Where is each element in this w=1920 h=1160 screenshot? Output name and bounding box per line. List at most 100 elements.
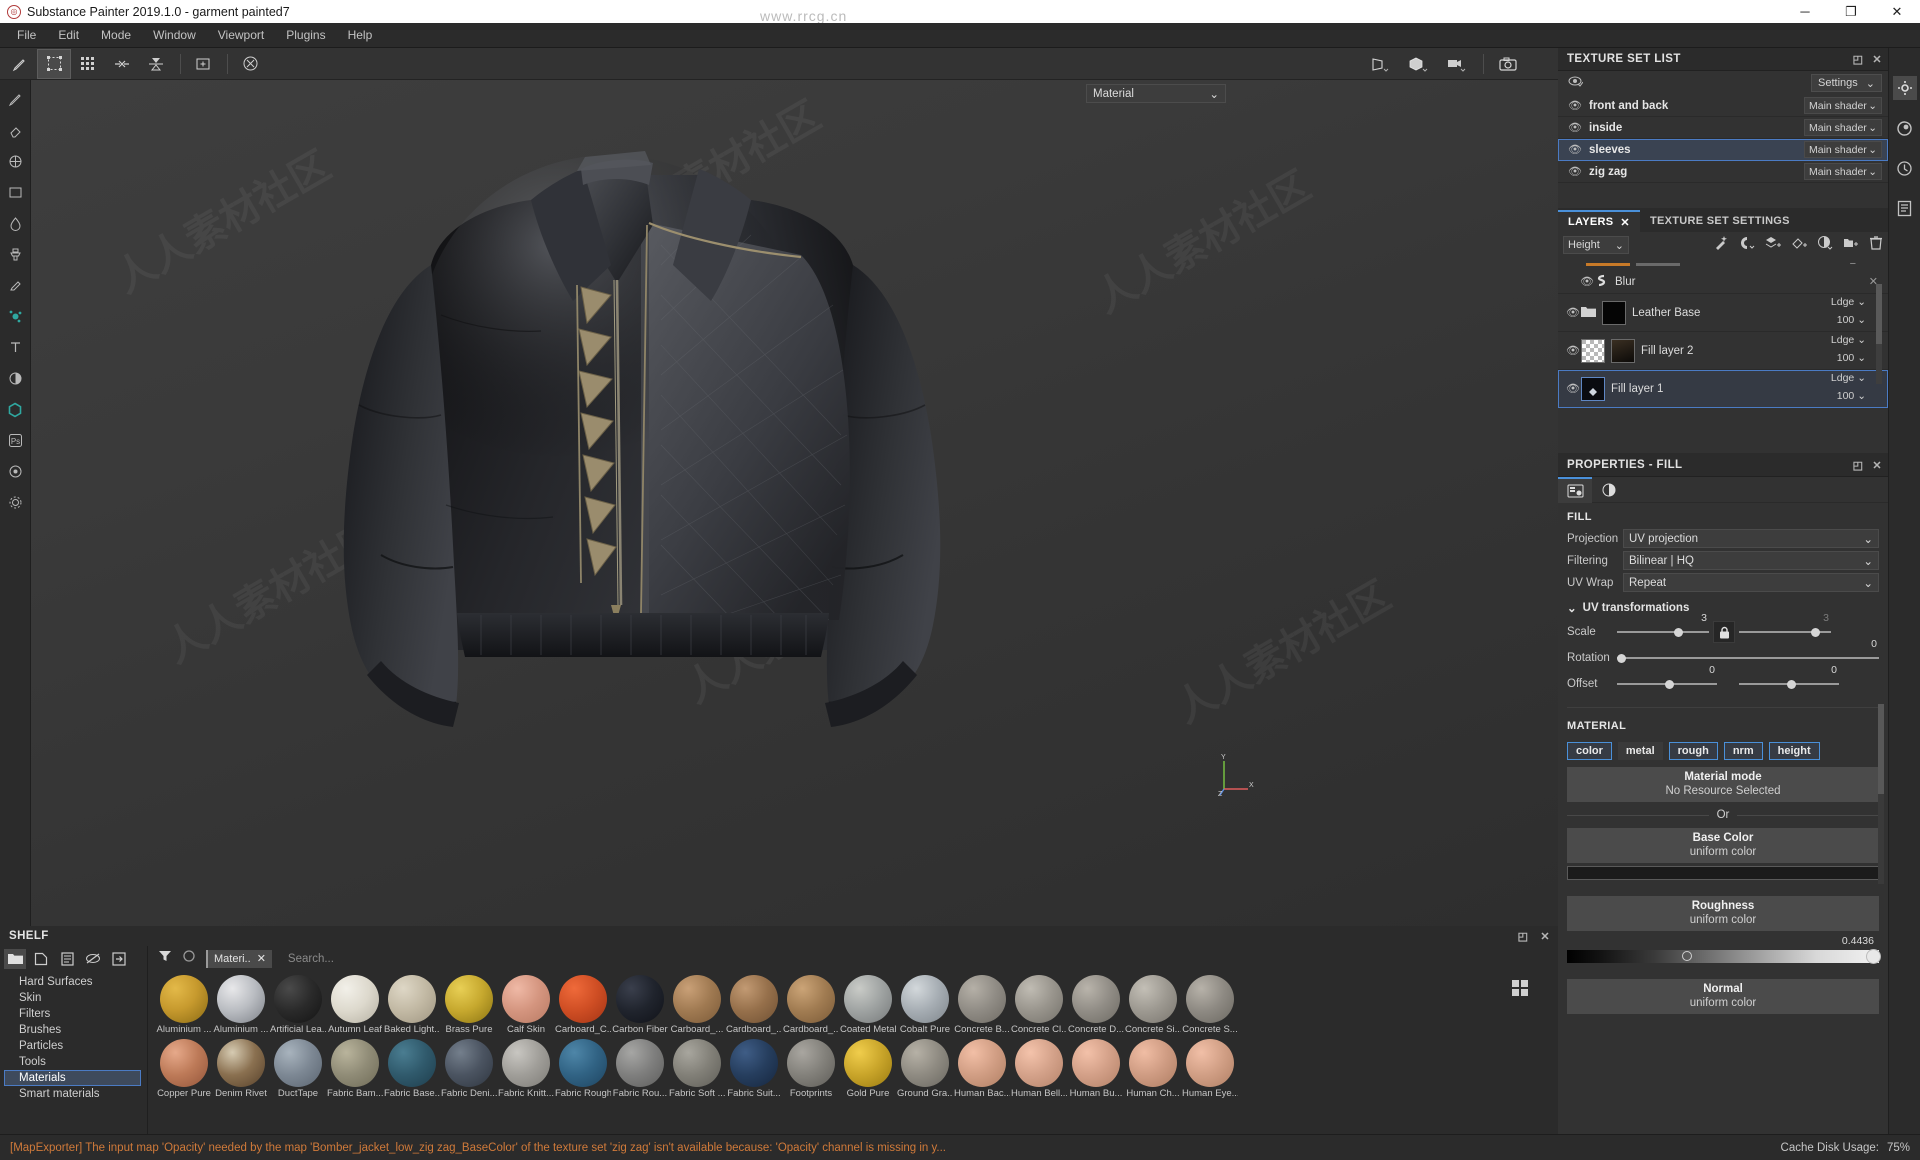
- delete-layer-icon[interactable]: [1869, 235, 1883, 256]
- viewport-material-combo[interactable]: Material ⌄: [1086, 84, 1226, 103]
- shader-combo[interactable]: Main shader ⌄: [1804, 141, 1882, 158]
- shelf-item[interactable]: Coated Metal: [840, 971, 896, 1035]
- reset-view-button[interactable]: [234, 50, 266, 78]
- shelf-item[interactable]: Denim Rivet: [213, 1035, 269, 1099]
- shelf-item[interactable]: Carboard_C...: [555, 971, 611, 1035]
- shelf-import-icon[interactable]: [108, 949, 130, 969]
- add-mask-icon[interactable]: [1739, 235, 1755, 256]
- shader-combo[interactable]: Main shader ⌄: [1804, 119, 1882, 136]
- texture-set-list-icon[interactable]: [1892, 76, 1917, 100]
- texture-set-row-sleeves[interactable]: 👁 sleeves Main shader ⌄: [1558, 139, 1888, 161]
- shelf-item[interactable]: Concrete S...: [1182, 971, 1238, 1035]
- settings-gear-icon[interactable]: [3, 490, 28, 515]
- blend-mode[interactable]: Ldge: [1831, 334, 1854, 346]
- menu-mode[interactable]: Mode: [90, 23, 142, 48]
- visibility-all-icon[interactable]: [1568, 74, 1584, 92]
- shelf-item[interactable]: Fabric Knitt...: [498, 1035, 554, 1099]
- maximize-button[interactable]: ❐: [1828, 0, 1874, 23]
- shelf-item[interactable]: Fabric Bam...: [327, 1035, 383, 1099]
- shelf-item[interactable]: DuctTape: [270, 1035, 326, 1099]
- add-smart-mask-icon[interactable]: [1817, 235, 1833, 256]
- shelf-item[interactable]: Copper Pure: [156, 1035, 212, 1099]
- close-icon[interactable]: ✕: [1620, 216, 1630, 229]
- base-color-dropzone[interactable]: Base Color uniform color: [1567, 828, 1879, 863]
- channel-chip-color[interactable]: color: [1567, 742, 1612, 760]
- scale-lock-icon[interactable]: [1713, 621, 1735, 643]
- shader-combo[interactable]: Main shader ⌄: [1804, 163, 1882, 180]
- offset-u-slider[interactable]: 0: [1617, 664, 1717, 692]
- shelf-item[interactable]: Fabric Deni...: [441, 1035, 497, 1099]
- shelf-item[interactable]: Cardboard_...: [783, 971, 839, 1035]
- shelf-item[interactable]: Concrete D...: [1068, 971, 1124, 1035]
- eye-icon[interactable]: 👁: [1568, 143, 1584, 156]
- shelf-item[interactable]: Footprints: [783, 1035, 839, 1099]
- layer-opacity[interactable]: 100: [1837, 314, 1855, 326]
- projection-combo[interactable]: UV projection ⌄: [1623, 529, 1879, 548]
- shelf-item[interactable]: Aluminium ...: [156, 971, 212, 1035]
- undock-icon[interactable]: ◰: [1518, 930, 1529, 943]
- menu-window[interactable]: Window: [142, 23, 207, 48]
- menu-viewport[interactable]: Viewport: [207, 23, 275, 48]
- shelf-item[interactable]: Baked Light...: [384, 971, 440, 1035]
- undock-icon[interactable]: ◰: [1853, 459, 1864, 472]
- tab-layers[interactable]: LAYERS ✕: [1558, 210, 1640, 232]
- shelf-view-toggle-icon[interactable]: [1512, 980, 1528, 996]
- properties-scrollbar[interactable]: [1878, 704, 1884, 884]
- shelf-item[interactable]: Concrete Cl...: [1011, 971, 1067, 1035]
- shelf-item[interactable]: Fabric Suit...: [726, 1035, 782, 1099]
- offset-v-slider[interactable]: 0: [1739, 664, 1839, 692]
- close-icon[interactable]: ✕: [1872, 53, 1882, 66]
- hexagon-tool-icon[interactable]: [3, 397, 28, 422]
- clone-stamp-icon[interactable]: [3, 242, 28, 267]
- tab-texture-set-settings[interactable]: TEXTURE SET SETTINGS: [1640, 210, 1800, 232]
- shelf-item[interactable]: Aluminium ...: [213, 971, 269, 1035]
- add-folder-icon[interactable]: [1843, 235, 1859, 256]
- shelf-item[interactable]: Human Eye...: [1182, 1035, 1238, 1099]
- tab-fill-properties[interactable]: [1558, 477, 1592, 503]
- shelf-item[interactable]: Fabric Rou...: [612, 1035, 668, 1099]
- projection-view-button[interactable]: [1363, 50, 1399, 78]
- 3d-viewport[interactable]: 人人素材社区 人人素材社区 人人素材社区 人人素材社区 人人素材社区 人人素材社…: [31, 80, 1558, 926]
- menu-file[interactable]: File: [6, 23, 47, 48]
- roughness-color-picker[interactable]: [1866, 949, 1881, 964]
- material-view-button[interactable]: [1401, 50, 1437, 78]
- eye-icon[interactable]: 👁: [1566, 344, 1581, 357]
- layer-opacity[interactable]: 100: [1837, 352, 1855, 364]
- shelf-item[interactable]: Cardboard_...: [726, 971, 782, 1035]
- projection-icon[interactable]: [3, 149, 28, 174]
- shelf-item[interactable]: Carboard_...: [669, 971, 725, 1035]
- shelf-new-resource-icon[interactable]: [30, 949, 52, 969]
- shelf-folder-icon[interactable]: [4, 948, 26, 969]
- resource-type-icon[interactable]: [182, 949, 196, 968]
- uvwrap-combo[interactable]: Repeat ⌄: [1623, 573, 1879, 592]
- shelf-category-filters[interactable]: Filters: [0, 1006, 147, 1022]
- minimize-button[interactable]: ─: [1782, 0, 1828, 23]
- shelf-item[interactable]: Concrete B...: [954, 971, 1010, 1035]
- shelf-item[interactable]: Artificial Lea...: [270, 971, 326, 1035]
- shelf-category-smart-materials[interactable]: Smart materials: [0, 1086, 147, 1102]
- rotation-slider[interactable]: 0: [1617, 638, 1879, 666]
- shader-combo[interactable]: Main shader ⌄: [1804, 97, 1882, 114]
- eye-icon[interactable]: 👁: [1580, 275, 1595, 288]
- shelf-search-input[interactable]: Search...: [288, 953, 334, 965]
- shelf-category-skin[interactable]: Skin: [0, 990, 147, 1006]
- channel-chip-rough[interactable]: rough: [1668, 742, 1718, 760]
- shelf-item[interactable]: Concrete Si...: [1125, 971, 1181, 1035]
- layer-thumbnail[interactable]: [1611, 338, 1635, 363]
- eye-icon[interactable]: 👁: [1568, 99, 1584, 112]
- shelf-item[interactable]: Brass Pure: [441, 971, 497, 1035]
- close-icon[interactable]: ✕: [257, 952, 266, 965]
- shelf-list-icon[interactable]: [56, 949, 78, 969]
- scale-v-slider[interactable]: 3: [1739, 612, 1831, 640]
- normal-dropzone[interactable]: Normal uniform color: [1567, 979, 1879, 1014]
- shelf-category-particles[interactable]: Particles: [0, 1038, 147, 1054]
- roughness-slider[interactable]: [1567, 949, 1881, 964]
- screenshot-button[interactable]: [1490, 50, 1526, 78]
- filter-icon[interactable]: [158, 949, 172, 968]
- texture-set-row-front-and-back[interactable]: 👁 front and back Main shader ⌄: [1558, 95, 1888, 117]
- texture-set-row-inside[interactable]: 👁 inside Main shader ⌄: [1558, 117, 1888, 139]
- shelf-category-brushes[interactable]: Brushes: [0, 1022, 147, 1038]
- material-picker-icon[interactable]: [3, 273, 28, 298]
- shelf-category-hard-surfaces[interactable]: Hard Surfaces: [0, 974, 147, 990]
- shelf-item[interactable]: Human Bu...: [1068, 1035, 1124, 1099]
